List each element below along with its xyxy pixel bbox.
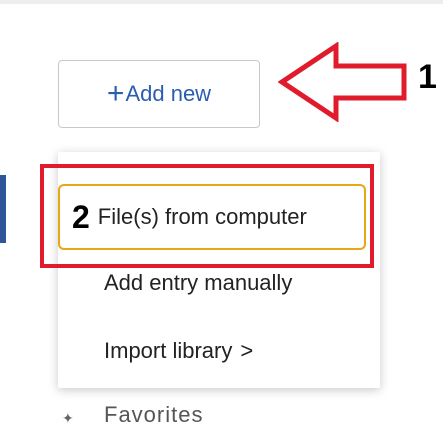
menu-item-add-entry-manually[interactable]: Add entry manually [58, 258, 380, 308]
menu-item-label: Add entry manually [104, 270, 293, 295]
sidebar-active-indicator [0, 175, 6, 243]
chevron-right-icon: > [240, 338, 254, 363]
top-divider [0, 0, 443, 4]
sidebar-item-favorites-label: Favorites [104, 402, 204, 427]
sidebar-item-favorites[interactable]: ✦ Favorites [58, 392, 380, 430]
add-new-button[interactable]: + Add new [58, 60, 260, 128]
plus-icon: + [106, 77, 125, 110]
add-new-label: Add new [125, 81, 212, 106]
menu-item-label: Import library [104, 338, 233, 363]
menu-item-import-library[interactable]: Import library > [58, 326, 380, 376]
annotation-highlight-box [40, 164, 374, 268]
annotation-step-1: 1 [418, 58, 437, 96]
annotation-arrow-left-icon [278, 42, 407, 122]
star-icon: ✦ [62, 410, 75, 426]
